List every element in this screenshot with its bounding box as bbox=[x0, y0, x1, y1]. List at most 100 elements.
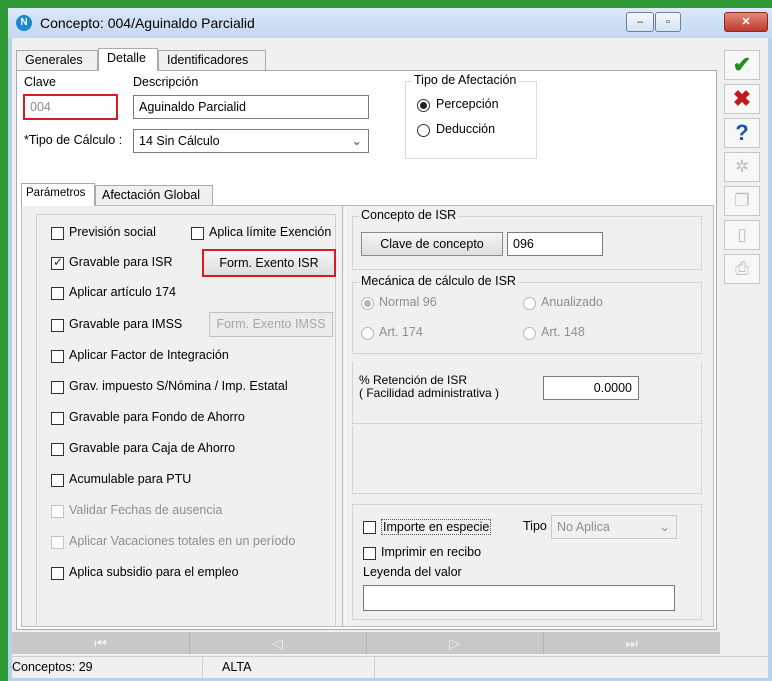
aplica-limite-label: Aplica límite Exención bbox=[209, 225, 332, 239]
copy-icon[interactable]: ❐ bbox=[724, 186, 760, 216]
chevron-down-icon: ⌄ bbox=[659, 520, 670, 534]
form-exento-isr-button[interactable]: Form. Exento ISR bbox=[202, 249, 336, 277]
imprimir-recibo-label: Imprimir en recibo bbox=[381, 545, 482, 559]
gravable-isr-checkbox[interactable]: ✓ bbox=[51, 255, 64, 270]
validar-fechas-checkbox[interactable] bbox=[51, 505, 64, 518]
status-separator bbox=[202, 657, 203, 678]
gear-icon[interactable]: ✲ bbox=[724, 152, 760, 182]
print-icon[interactable]: ⎙ bbox=[724, 254, 760, 284]
caja-ahorro-checkbox[interactable] bbox=[51, 443, 64, 456]
previous-record-icon[interactable]: ◁ bbox=[189, 632, 367, 654]
empty-group bbox=[352, 426, 702, 494]
tipo-calculo-label: *Tipo de Cálculo : bbox=[24, 133, 123, 147]
tipo-calculo-value: 14 Sin Cálculo bbox=[139, 134, 220, 148]
grav-impuesto-nomina-checkbox[interactable] bbox=[51, 381, 64, 394]
factor-integracion-checkbox[interactable] bbox=[51, 350, 64, 363]
record-navigation: ⏮ ◁ ▷ ⏭ bbox=[12, 632, 720, 654]
clave-label: Clave bbox=[24, 75, 56, 89]
leyenda-input[interactable] bbox=[363, 585, 675, 611]
grav-impuesto-nomina-label: Grav. impuesto S/Nómina / Imp. Estatal bbox=[69, 379, 288, 393]
tab-detalle[interactable]: Detalle bbox=[98, 48, 158, 71]
retencion-group: % Retención de ISR ( Facilidad administr… bbox=[352, 362, 702, 424]
percepcion-radio[interactable] bbox=[417, 99, 430, 112]
subtab-parametros[interactable]: Parámetros bbox=[21, 183, 95, 206]
aplicar-articulo-174-checkbox[interactable] bbox=[51, 287, 64, 300]
concepto-isr-group: Concepto de ISR Clave de concepto 096 bbox=[352, 208, 702, 270]
vacaciones-totales-checkbox[interactable] bbox=[51, 536, 64, 549]
descripcion-input[interactable]: Aguinaldo Parcialid bbox=[133, 95, 369, 119]
clave-input[interactable]: 004 bbox=[23, 94, 118, 120]
tipo-label: Tipo bbox=[523, 519, 547, 533]
app-icon: N bbox=[16, 15, 32, 31]
anualizado-label: Anualizado bbox=[541, 295, 603, 309]
especie-group: Importe en especie Tipo No Aplica ⌄ Impr… bbox=[352, 504, 702, 620]
chevron-down-icon: ⌄ bbox=[351, 134, 362, 148]
window: N Concepto: 004/Aguinaldo Parcialid – ▫ … bbox=[8, 8, 772, 681]
deduccion-label: Deducción bbox=[436, 122, 496, 136]
mode-status: ALTA bbox=[222, 660, 252, 674]
leyenda-label: Leyenda del valor bbox=[363, 565, 462, 579]
form-exento-imss-button[interactable]: Form. Exento IMSS bbox=[209, 312, 333, 337]
art-148-label: Art. 148 bbox=[541, 325, 585, 339]
check-icon[interactable]: ✔ bbox=[724, 50, 760, 80]
tipo-especie-value: No Aplica bbox=[557, 520, 610, 534]
mecanica-isr-title: Mecánica de cálculo de ISR bbox=[359, 274, 518, 288]
prevision-social-checkbox[interactable] bbox=[51, 227, 64, 240]
help-icon[interactable]: ? bbox=[724, 118, 760, 148]
record-count: Conceptos: 29 bbox=[12, 660, 93, 674]
prevision-social-label: Previsión social bbox=[69, 225, 156, 239]
document-icon[interactable]: ▯ bbox=[724, 220, 760, 250]
tab-generales[interactable]: Generales bbox=[16, 50, 98, 70]
art-148-radio[interactable] bbox=[523, 327, 536, 340]
subtab-afectacion-global[interactable]: Afectación Global bbox=[95, 185, 213, 205]
deduccion-radio[interactable] bbox=[417, 124, 430, 137]
imprimir-recibo-checkbox[interactable] bbox=[363, 547, 376, 560]
gravable-imss-checkbox[interactable] bbox=[51, 319, 64, 332]
art-174-radio[interactable] bbox=[361, 327, 374, 340]
panel-divider bbox=[342, 206, 346, 626]
last-record-icon[interactable]: ⏭ bbox=[543, 632, 720, 654]
importe-especie-label: Importe en especie bbox=[381, 519, 492, 535]
validar-fechas-label: Validar Fechas de ausencia bbox=[69, 503, 223, 517]
subsidio-empleo-label: Aplica subsidio para el empleo bbox=[69, 565, 239, 579]
clave-concepto-button[interactable]: Clave de concepto bbox=[361, 232, 503, 256]
maximize-button[interactable]: ▫ bbox=[655, 12, 681, 32]
normal-96-radio[interactable] bbox=[361, 297, 374, 310]
cancel-icon[interactable]: ✖ bbox=[724, 84, 760, 114]
acumulable-ptu-checkbox[interactable] bbox=[51, 474, 64, 487]
parametros-frame: Previsión social Aplica límite Exención … bbox=[36, 214, 336, 626]
importe-especie-checkbox[interactable] bbox=[363, 521, 376, 534]
tipo-afectacion-title: Tipo de Afectación bbox=[412, 73, 519, 87]
tipo-calculo-select[interactable]: 14 Sin Cálculo ⌄ bbox=[133, 129, 369, 153]
first-record-icon[interactable]: ⏮ bbox=[12, 632, 190, 654]
mecanica-isr-group: Mecánica de cálculo de ISR Normal 96 Anu… bbox=[352, 274, 702, 354]
gravable-imss-label: Gravable para IMSS bbox=[69, 317, 183, 331]
status-bar: Conceptos: 29 ALTA bbox=[12, 656, 768, 678]
fondo-ahorro-label: Gravable para Fondo de Ahorro bbox=[69, 410, 245, 424]
caja-ahorro-label: Gravable para Caja de Ahorro bbox=[69, 441, 236, 455]
fondo-ahorro-checkbox[interactable] bbox=[51, 412, 64, 425]
close-button[interactable]: ✕ bbox=[724, 12, 768, 32]
minimize-button[interactable]: – bbox=[626, 12, 654, 32]
subsidio-empleo-checkbox[interactable] bbox=[51, 567, 64, 580]
vacaciones-totales-label: Aplicar Vacaciones totales en un período bbox=[69, 534, 296, 548]
title-bar[interactable]: N Concepto: 004/Aguinaldo Parcialid – ▫ … bbox=[8, 8, 772, 38]
parametros-panel: Previsión social Aplica límite Exención … bbox=[21, 205, 714, 627]
aplicar-articulo-174-label: Aplicar artículo 174 bbox=[69, 285, 177, 299]
checkmark-icon: ✓ bbox=[53, 255, 64, 269]
retencion-label-line2: ( Facilidad administrativa ) bbox=[359, 386, 500, 400]
factor-integracion-label: Aplicar Factor de Integración bbox=[69, 348, 229, 362]
descripcion-label: Descripción bbox=[133, 75, 199, 89]
tipo-afectacion-group: Tipo de Afectación Percepción Deducción bbox=[405, 73, 537, 159]
client-area: Generales Detalle Identificadores Clave … bbox=[12, 38, 768, 678]
aplica-limite-checkbox[interactable] bbox=[191, 227, 204, 240]
clave-concepto-input[interactable]: 096 bbox=[507, 232, 603, 256]
gravable-isr-label: Gravable para ISR bbox=[69, 255, 173, 269]
percepcion-label: Percepción bbox=[436, 97, 499, 111]
next-record-icon[interactable]: ▷ bbox=[366, 632, 544, 654]
retencion-input[interactable]: 0.0000 bbox=[543, 376, 639, 400]
window-title: Concepto: 004/Aguinaldo Parcialid bbox=[40, 15, 255, 31]
anualizado-radio[interactable] bbox=[523, 297, 536, 310]
tipo-especie-select[interactable]: No Aplica ⌄ bbox=[551, 515, 677, 539]
tab-identificadores[interactable]: Identificadores bbox=[158, 50, 266, 70]
